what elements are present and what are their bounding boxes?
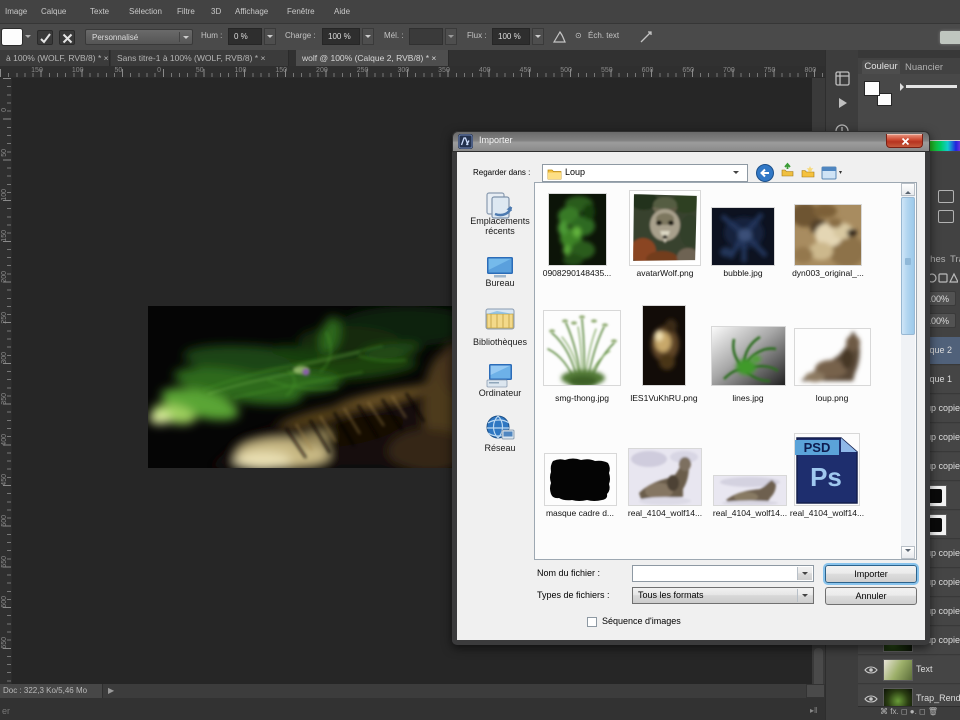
svg-text:PSD: PSD <box>804 440 831 455</box>
svg-text:Ps: Ps <box>810 462 842 492</box>
